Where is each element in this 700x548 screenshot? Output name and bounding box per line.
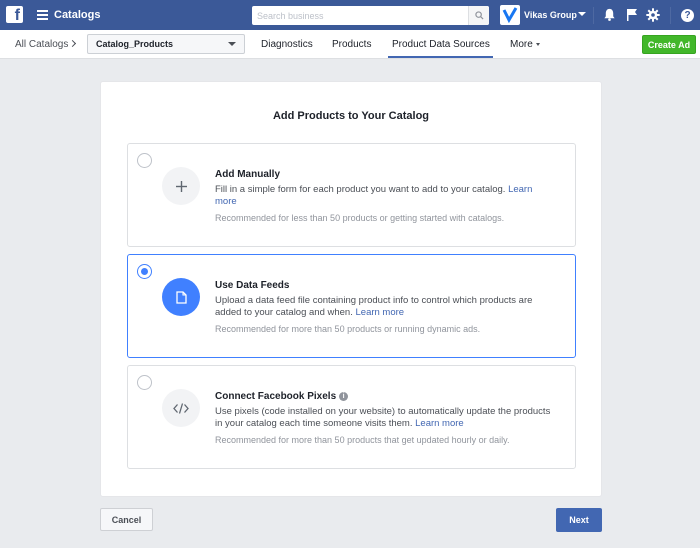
flag-icon[interactable] (624, 7, 639, 22)
active-tab-indicator (388, 56, 493, 58)
next-button[interactable]: Next (556, 508, 602, 532)
chevron-right-icon (68, 39, 77, 48)
option-title-text: Connect Facebook Pixels (215, 391, 337, 402)
option-add-manually[interactable]: Add Manually Fill in a simple form for e… (127, 143, 576, 247)
option-description: Use pixels (code installed on your websi… (215, 406, 555, 430)
facebook-logo-icon[interactable]: f (6, 6, 23, 23)
chevron-down-icon (228, 42, 236, 46)
option-description: Upload a data feed file containing produ… (215, 295, 555, 319)
option-title: Use Data Feeds (215, 280, 290, 291)
caret-down-icon (535, 42, 540, 46)
option-connect-pixels[interactable]: Connect Facebook Pixels i Use pixels (cod… (127, 365, 576, 469)
file-icon (162, 278, 200, 316)
catalog-subnav: All Catalogs Catalog_Products Diagnostic… (0, 30, 700, 59)
option-recommendation: Recommended for less than 50 products or… (215, 213, 505, 223)
radio-use-data-feeds[interactable] (137, 264, 152, 279)
tab-more-label: More (510, 39, 533, 50)
code-icon (162, 389, 200, 427)
option-title: Add Manually (215, 169, 281, 180)
catalog-selector-value: Catalog_Products (96, 39, 174, 49)
create-ad-button[interactable]: Create Ad (642, 35, 696, 54)
search-box (252, 6, 489, 25)
top-navigation-bar: f Catalogs Vikas Group ? (0, 0, 700, 30)
hamburger-menu-icon[interactable] (37, 10, 48, 20)
settings-gear-icon[interactable] (645, 7, 660, 22)
catalog-selector-dropdown[interactable]: Catalog_Products (87, 34, 245, 54)
option-recommendation: Recommended for more than 50 products th… (215, 435, 510, 445)
option-title: Connect Facebook Pixels i (215, 391, 349, 402)
cancel-button[interactable]: Cancel (100, 508, 153, 531)
tab-diagnostics[interactable]: Diagnostics (261, 39, 313, 50)
learn-more-link[interactable]: Learn more (356, 307, 405, 318)
tab-products[interactable]: Products (332, 39, 371, 50)
topbar-divider (593, 7, 594, 24)
option-description: Fill in a simple form for each product y… (215, 184, 555, 208)
add-products-card: Add Products to Your Catalog Add Manuall… (100, 81, 602, 497)
search-icon (474, 11, 484, 20)
tab-more[interactable]: More (510, 39, 540, 50)
card-title: Add Products to Your Catalog (272, 110, 430, 122)
notifications-bell-icon[interactable] (602, 7, 617, 22)
breadcrumb-all-catalogs[interactable]: All Catalogs (15, 39, 68, 50)
option-use-data-feeds[interactable]: Use Data Feeds Upload a data feed file c… (127, 254, 576, 358)
topbar-divider (670, 7, 671, 24)
option-recommendation: Recommended for more than 50 products or… (215, 324, 481, 334)
plus-icon (162, 167, 200, 205)
business-logo-icon[interactable] (500, 5, 520, 25)
account-name[interactable]: Vikas Group (524, 10, 577, 20)
info-icon[interactable]: i (339, 392, 349, 401)
search-input[interactable] (252, 6, 468, 25)
account-dropdown-icon[interactable] (578, 12, 586, 16)
option-description-text: Fill in a simple form for each product y… (215, 184, 506, 195)
app-title: Catalogs (54, 9, 101, 21)
learn-more-link[interactable]: Learn more (415, 418, 464, 429)
tab-product-data-sources[interactable]: Product Data Sources (392, 39, 490, 50)
help-icon[interactable]: ? (681, 9, 694, 22)
option-description-text: Use pixels (code installed on your websi… (215, 406, 551, 429)
search-button[interactable] (468, 6, 489, 25)
radio-add-manually[interactable] (137, 153, 152, 168)
radio-connect-pixels[interactable] (137, 375, 152, 390)
